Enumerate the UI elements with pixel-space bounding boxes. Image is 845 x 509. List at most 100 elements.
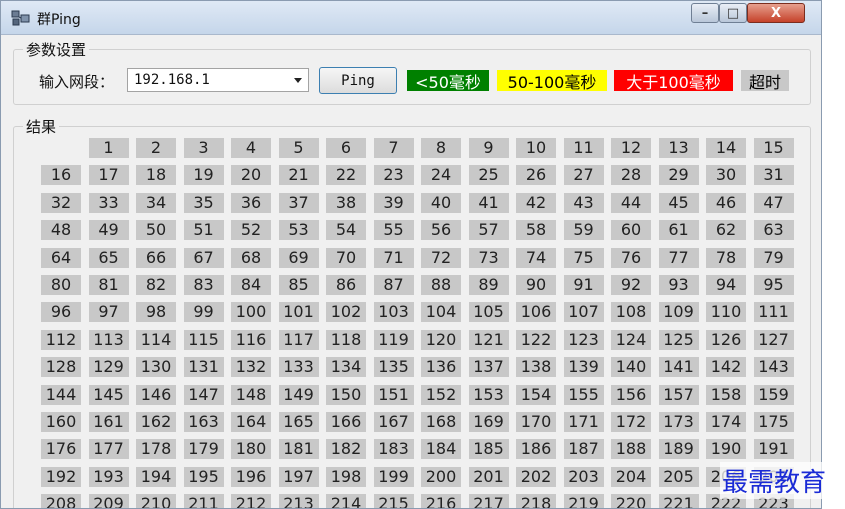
ip-cell: 23: [373, 165, 414, 186]
ip-cell: 1: [88, 138, 129, 158]
ip-cell: 81: [88, 275, 129, 295]
ip-cell: 205: [658, 466, 699, 487]
ip-cell: 83: [183, 275, 224, 295]
ip-cell: 31: [753, 165, 794, 186]
ip-cell: 112: [41, 329, 81, 350]
ip-cell: 211: [183, 494, 224, 508]
ip-cell: 153: [468, 384, 509, 405]
ip-cell: 58: [516, 220, 556, 241]
ip-cell: 24: [421, 165, 461, 186]
ip-cell: 6: [326, 138, 366, 158]
ip-cell: 180: [231, 439, 271, 460]
ip-cell: 37: [278, 192, 319, 213]
ip-cell: 105: [468, 302, 509, 323]
ip-cell: 134: [326, 357, 366, 378]
ip-cell: 195: [183, 466, 224, 487]
ip-cell: 155: [563, 384, 604, 405]
ip-cell: 79: [753, 247, 794, 268]
ip-cell: 8: [421, 138, 461, 158]
ip-cell: 104: [421, 302, 461, 323]
ip-cell: 215: [373, 494, 414, 508]
ip-cell: 106: [516, 302, 556, 323]
ip-cell: 96: [41, 302, 81, 323]
ip-cell: 113: [88, 329, 129, 350]
ip-cell: 127: [753, 329, 794, 350]
ip-cell: 86: [326, 275, 366, 295]
ip-cell: 72: [421, 247, 461, 268]
ip-cell: 55: [373, 220, 414, 241]
ip-cell: 198: [326, 466, 366, 487]
ip-cell: 43: [563, 192, 604, 213]
ip-cell: 164: [231, 412, 271, 432]
ip-cell: 33: [88, 192, 129, 213]
ip-cell: 15: [753, 138, 794, 158]
ip-cell: 32: [41, 192, 81, 213]
ip-cell: 171: [563, 412, 604, 432]
ip-cell: 3: [183, 138, 224, 158]
ip-cell: 220: [611, 494, 651, 508]
ip-cell: 185: [468, 439, 509, 460]
ip-cell: 214: [326, 494, 366, 508]
ip-cell: 219: [563, 494, 604, 508]
ip-cell: 80: [41, 275, 81, 295]
ip-cell: 158: [706, 384, 746, 405]
ip-cell: 122: [516, 329, 556, 350]
ip-cell: 69: [278, 247, 319, 268]
ip-cell: 110: [706, 302, 746, 323]
ip-cell: 9: [468, 138, 509, 158]
ip-cell: 28: [611, 165, 651, 186]
ip-cell: 66: [136, 247, 176, 268]
ip-cell: 88: [421, 275, 461, 295]
ip-cell: 190: [706, 439, 746, 460]
ip-cell: 159: [753, 384, 794, 405]
ip-cell: 48: [41, 220, 81, 241]
ip-cell: 169: [468, 412, 509, 432]
ip-cell: 139: [563, 357, 604, 378]
ip-cell: 121: [468, 329, 509, 350]
ip-cell: 52: [231, 220, 271, 241]
ip-cell: 183: [373, 439, 414, 460]
ip-cell: 172: [611, 412, 651, 432]
ip-cell: 138: [516, 357, 556, 378]
ip-cell: 82: [136, 275, 176, 295]
ip-cell: 111: [753, 302, 794, 323]
ip-cell: 213: [278, 494, 319, 508]
ip-cell: 125: [658, 329, 699, 350]
ip-cell: 147: [183, 384, 224, 405]
ip-cell: 129: [88, 357, 129, 378]
ip-cell: 84: [231, 275, 271, 295]
ip-cell: 45: [658, 192, 699, 213]
ip-cell: 77: [658, 247, 699, 268]
ip-cell: 132: [231, 357, 271, 378]
ip-cell: 142: [706, 357, 746, 378]
ip-cell: 179: [183, 439, 224, 460]
ip-cell: 22: [326, 165, 366, 186]
ip-cell: 182: [326, 439, 366, 460]
ip-cell: 194: [136, 466, 176, 487]
ip-cell: 12: [611, 138, 651, 158]
ip-cell: 5: [278, 138, 319, 158]
ip-cell: 144: [41, 384, 81, 405]
ip-cell: 196: [231, 466, 271, 487]
ip-cell: 181: [278, 439, 319, 460]
ip-cell: 85: [278, 275, 319, 295]
ip-cell: 148: [231, 384, 271, 405]
ip-cell: 114: [136, 329, 176, 350]
ip-cell: 97: [88, 302, 129, 323]
ip-cell: 76: [611, 247, 651, 268]
ip-cell: 119: [373, 329, 414, 350]
ip-cell: 123: [563, 329, 604, 350]
ip-cell: 50: [136, 220, 176, 241]
ip-cell: 47: [753, 192, 794, 213]
ip-cell: 170: [516, 412, 556, 432]
ip-cell: 20: [231, 165, 271, 186]
ip-cell: 42: [516, 192, 556, 213]
ip-cell: 4: [231, 138, 271, 158]
ip-cell: 221: [658, 494, 699, 508]
ip-cell: 90: [516, 275, 556, 295]
ip-cell: 38: [326, 192, 366, 213]
ip-cell: 187: [563, 439, 604, 460]
ip-cell: 116: [231, 329, 271, 350]
ip-cell: 137: [468, 357, 509, 378]
ip-cell: 151: [373, 384, 414, 405]
